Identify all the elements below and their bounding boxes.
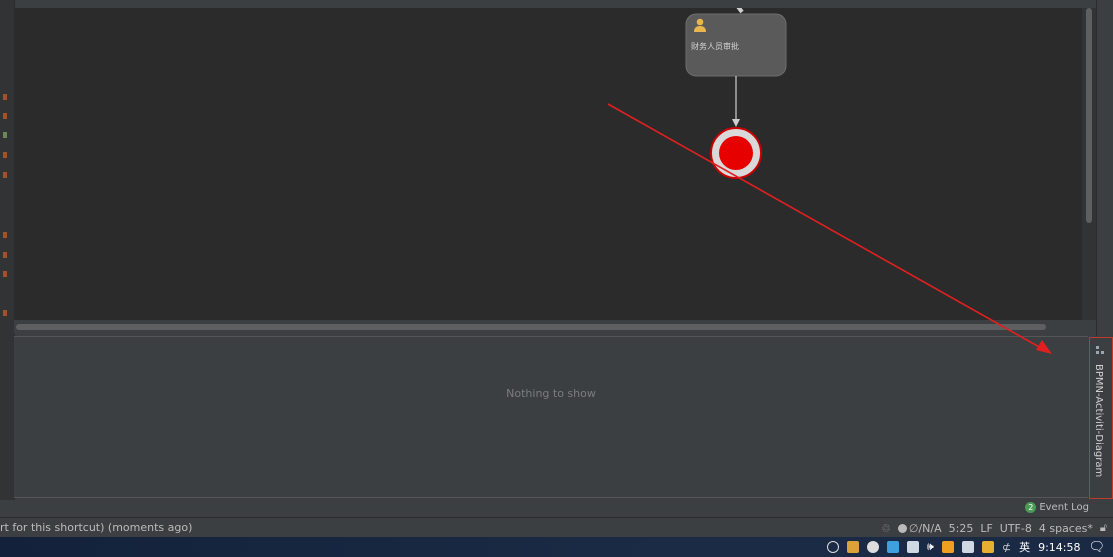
gutter-mark	[3, 152, 7, 158]
tray-pinwheel-icon[interactable]	[866, 541, 879, 553]
gutter-mark	[3, 132, 7, 138]
event-log-button[interactable]: 2 Event Log	[1025, 502, 1089, 513]
horizontal-scroll-thumb[interactable]	[16, 324, 1046, 330]
tool-window-panel: Nothing to show	[14, 336, 1088, 498]
tray-network-icon[interactable]	[906, 541, 919, 553]
cursor-position[interactable]: 5:25	[949, 522, 974, 535]
vcs-widget[interactable]: ∅/N/A	[897, 521, 942, 535]
indent-setting[interactable]: 4 spaces*	[1039, 522, 1093, 535]
gutter-mark	[3, 310, 7, 316]
bpmn-diagram-tab-label: BPMN-Activiti-Diagram	[1093, 364, 1104, 478]
vertical-scroll-thumb[interactable]	[1086, 8, 1092, 223]
end-event-core	[719, 136, 753, 170]
left-gutter	[0, 0, 15, 500]
event-log-row: 2 Event Log	[0, 500, 1113, 517]
file-encoding[interactable]: UTF-8	[1000, 522, 1032, 535]
tray-cat-icon[interactable]	[846, 541, 859, 553]
bpmn-diagram-tab[interactable]: BPMN-Activiti-Diagram	[1089, 337, 1113, 499]
status-bar: rt for this shortcut) (moments ago) ♲ ∅/…	[0, 517, 1113, 538]
tray-monitor-icon[interactable]	[961, 541, 974, 553]
gutter-mark	[3, 252, 7, 258]
lock-icon[interactable]: 🔓︎	[1100, 521, 1107, 535]
task-label: 财务人员审批	[691, 42, 739, 51]
diagram-canvas[interactable]: 财务人员审批	[14, 8, 1082, 320]
gutter-mark	[3, 94, 7, 100]
event-log-label: Event Log	[1039, 502, 1089, 513]
right-tool-strip	[1096, 0, 1113, 336]
gutter-mark	[3, 271, 7, 277]
diagram-icon	[1096, 346, 1104, 354]
diagram-svg	[685, 8, 787, 179]
empty-state-text: Nothing to show	[506, 387, 596, 400]
line-separator[interactable]: LF	[980, 522, 992, 535]
tray-shield-icon[interactable]	[941, 541, 954, 553]
clock[interactable]: 9:14:58	[1038, 541, 1080, 554]
vcs-dot-icon	[897, 523, 907, 533]
ime-language[interactable]: 英	[1019, 539, 1030, 555]
status-message[interactable]: rt for this shortcut) (moments ago)	[0, 521, 192, 534]
top-strip	[0, 0, 1113, 8]
tray-folder-icon[interactable]	[981, 541, 994, 553]
status-indicators: ♲ ∅/N/A 5:25 LF UTF-8 4 spaces* 🔓︎	[881, 521, 1107, 535]
volume-icon[interactable]: 🕪︎	[927, 540, 934, 554]
system-tray: 🕪︎ ⊄ 英 9:14:58 🗨︎	[826, 539, 1105, 555]
memory-icon[interactable]: ♲	[881, 522, 891, 535]
vcs-status: ∅/N/A	[908, 521, 942, 535]
ime-mode-icon[interactable]: ⊄	[1002, 541, 1011, 554]
os-taskbar: 🕪︎ ⊄ 英 9:14:58 🗨︎	[0, 537, 1113, 557]
flow-arrowhead	[732, 119, 740, 127]
tray-app-icon[interactable]	[826, 541, 839, 553]
gutter-mark	[3, 172, 7, 178]
gutter-mark	[3, 113, 7, 119]
event-count-badge: 2	[1025, 502, 1037, 513]
notification-icon[interactable]: 🗨︎	[1088, 540, 1105, 555]
incoming-edge	[736, 8, 744, 14]
gutter-mark	[3, 232, 7, 238]
tray-chat-icon[interactable]	[886, 541, 899, 553]
user-icon	[694, 18, 706, 32]
